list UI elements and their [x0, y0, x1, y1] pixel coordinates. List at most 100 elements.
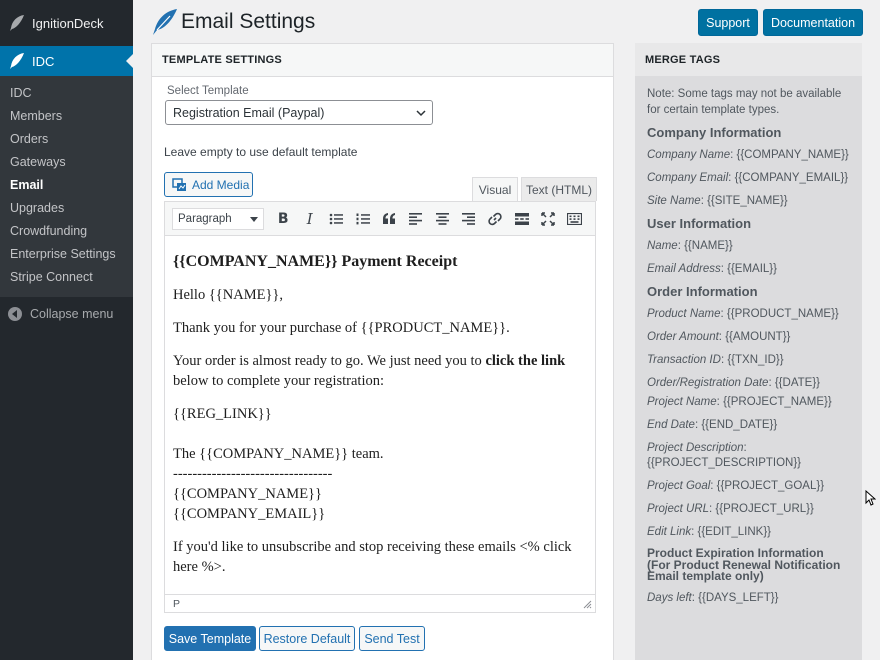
merge-tag-label: Project Goal — [647, 480, 711, 492]
email-signoff: The {{COMPANY_NAME}} team. -------------… — [173, 444, 587, 524]
merge-tag-item: Name: {{NAME}} — [647, 240, 733, 252]
merge-tag-code: {{NAME}} — [684, 240, 733, 252]
bullet-list-icon — [329, 213, 344, 224]
merge-tag-code: {{EMAIL}} — [727, 263, 777, 275]
toolbar-toggle-button[interactable] — [562, 206, 589, 232]
submenu-item-email[interactable]: Email — [0, 174, 133, 197]
merge-tag-label: Transaction ID — [647, 354, 721, 366]
merge-tag-label: Order Amount — [647, 331, 719, 343]
email-ready-bold: click the link — [485, 353, 566, 369]
numbered-list-button[interactable] — [350, 206, 377, 232]
submenu-item-enterprise-settings[interactable]: Enterprise Settings — [0, 243, 133, 266]
mouse-cursor-icon — [865, 490, 876, 506]
quill-icon — [153, 9, 177, 35]
sidebar-item-ignitiondeck[interactable]: IgnitionDeck — [0, 0, 133, 46]
email-company-name: {{COMPANY_NAME}} — [173, 486, 322, 502]
merge-tag-code: {{TXN_ID}} — [727, 354, 784, 366]
sidebar-item-label: IDC — [32, 53, 55, 69]
merge-tag-code: {{END_DATE}} — [701, 419, 778, 431]
format-select-value: Paragraph — [178, 212, 232, 225]
merge-tag-item: Days left: {{DAYS_LEFT}} — [647, 591, 779, 604]
read-more-icon — [514, 212, 529, 225]
format-select[interactable]: Paragraph — [172, 207, 264, 230]
merge-section-title: Order Information — [647, 284, 758, 299]
save-template-button[interactable]: Save Template — [164, 626, 256, 651]
merge-tag-label: Site Name — [647, 195, 701, 207]
merge-tag-label: End Date — [647, 419, 695, 431]
merge-tag-item: Transaction ID: {{TXN_ID}} — [647, 354, 784, 366]
template-select-value: Registration Email (Paypal) — [173, 105, 325, 120]
feather-icon — [10, 15, 24, 31]
editor-content[interactable]: {{COMPANY_NAME}} Payment Receipt Hello {… — [165, 236, 595, 593]
merge-tags-note: Note: Some tags may not be available for… — [647, 88, 842, 116]
tab-visual[interactable]: Visual — [472, 177, 518, 201]
page-title: Email Settings — [181, 10, 316, 33]
sidebar-item-idc[interactable]: IDC — [0, 46, 133, 76]
align-right-button[interactable] — [456, 206, 483, 232]
submenu-item-stripe-connect[interactable]: Stripe Connect — [0, 266, 133, 289]
template-settings-heading: TEMPLATE SETTINGS — [152, 44, 613, 77]
submenu-item-idc[interactable]: IDC — [0, 82, 133, 105]
add-media-label: Add Media — [192, 177, 250, 192]
submenu-item-gateways[interactable]: Gateways — [0, 151, 133, 174]
merge-tag-item: Company Email: {{COMPANY_EMAIL}} — [647, 172, 849, 184]
link-icon — [488, 212, 502, 225]
merge-tag-code: {{PRODUCT_NAME}} — [726, 308, 839, 320]
insert-link-button[interactable] — [482, 206, 509, 232]
merge-tag-item: Project URL: {{PROJECT_URL}} — [647, 503, 814, 515]
sidebar-item-label: IgnitionDeck — [32, 15, 104, 31]
merge-tag-item: Project Description: {{PROJECT_DESCRIPTI… — [647, 442, 802, 469]
add-media-button[interactable]: Add Media — [164, 172, 253, 197]
tab-text-html[interactable]: Text (HTML) — [521, 177, 597, 201]
submenu-item-upgrades[interactable]: Upgrades — [0, 197, 133, 220]
merge-tag-code: {{SITE_NAME}} — [707, 195, 788, 207]
align-center-button[interactable] — [429, 206, 456, 232]
merge-tags-body: Note: Some tags may not be available for… — [635, 76, 862, 606]
merge-tag-code: {{COMPANY_EMAIL}} — [734, 172, 849, 184]
email-editor: Paragraph B I {{COMPANY_NAME}} Payment R… — [164, 201, 596, 613]
email-ready-text: Your order is almost ready to go. We jus… — [173, 353, 486, 369]
email-company-email: {{COMPANY_EMAIL}} — [173, 506, 326, 522]
submenu-item-members[interactable]: Members — [0, 105, 133, 128]
merge-tag-item: Product Name: {{PRODUCT_NAME}} — [647, 308, 839, 320]
align-right-icon — [462, 212, 476, 225]
email-divider: --------------------------------- — [173, 466, 333, 482]
template-settings-panel: TEMPLATE SETTINGS Select Template Regist… — [151, 43, 614, 660]
merge-tag-code: {{AMOUNT}} — [725, 331, 791, 343]
align-left-button[interactable] — [403, 206, 430, 232]
merge-tag-item: Edit Link: {{EDIT_LINK}} — [647, 526, 772, 538]
resize-handle-icon[interactable] — [583, 600, 592, 609]
merge-tag-code: {{PROJECT_NAME}} — [723, 396, 832, 408]
template-select[interactable]: Registration Email (Paypal) — [165, 100, 433, 125]
media-icon — [172, 177, 186, 191]
merge-tags-panel: MERGE TAGS Note: Some tags may not be av… — [635, 43, 862, 660]
element-path[interactable]: P — [173, 598, 180, 610]
italic-button[interactable]: I — [297, 206, 324, 232]
merge-tag-code: {{PROJECT_URL}} — [715, 503, 814, 515]
merge-tag-code: {{PROJECT_GOAL}} — [716, 480, 825, 492]
bullet-list-button[interactable] — [323, 206, 350, 232]
collapse-menu-button[interactable]: Collapse menu — [0, 299, 133, 329]
bold-button[interactable]: B — [270, 206, 297, 232]
merge-tag-label: Company Email — [647, 172, 729, 184]
submenu-item-orders[interactable]: Orders — [0, 128, 133, 151]
merge-tag-label: Project URL — [647, 503, 709, 515]
fullscreen-button[interactable] — [535, 206, 562, 232]
blockquote-button[interactable] — [376, 206, 403, 232]
restore-default-button[interactable]: Restore Default — [259, 626, 355, 651]
email-reg-link: {{REG_LINK}} — [173, 406, 272, 422]
chevron-down-icon — [416, 110, 426, 117]
sidebar-submenu: IDC Members Orders Gateways Email Upgrad… — [0, 76, 133, 297]
documentation-button[interactable]: Documentation — [763, 9, 863, 36]
merge-tag-item: Site Name: {{SITE_NAME}} — [647, 195, 788, 207]
merge-tag-item: Project Goal: {{PROJECT_GOAL}} — [647, 480, 825, 492]
bold-icon: B — [277, 210, 289, 227]
read-more-button[interactable] — [509, 206, 536, 232]
support-button[interactable]: Support — [698, 9, 758, 36]
submenu-item-crowdfunding[interactable]: Crowdfunding — [0, 220, 133, 243]
merge-tag-code: {{COMPANY_NAME}} — [736, 149, 849, 161]
merge-tag-item: Order/Registration Date: {{DATE}} — [647, 377, 821, 389]
merge-tag-label: Name — [647, 240, 678, 252]
merge-tag-label: Project Name — [647, 396, 717, 408]
send-test-button[interactable]: Send Test — [359, 626, 425, 651]
